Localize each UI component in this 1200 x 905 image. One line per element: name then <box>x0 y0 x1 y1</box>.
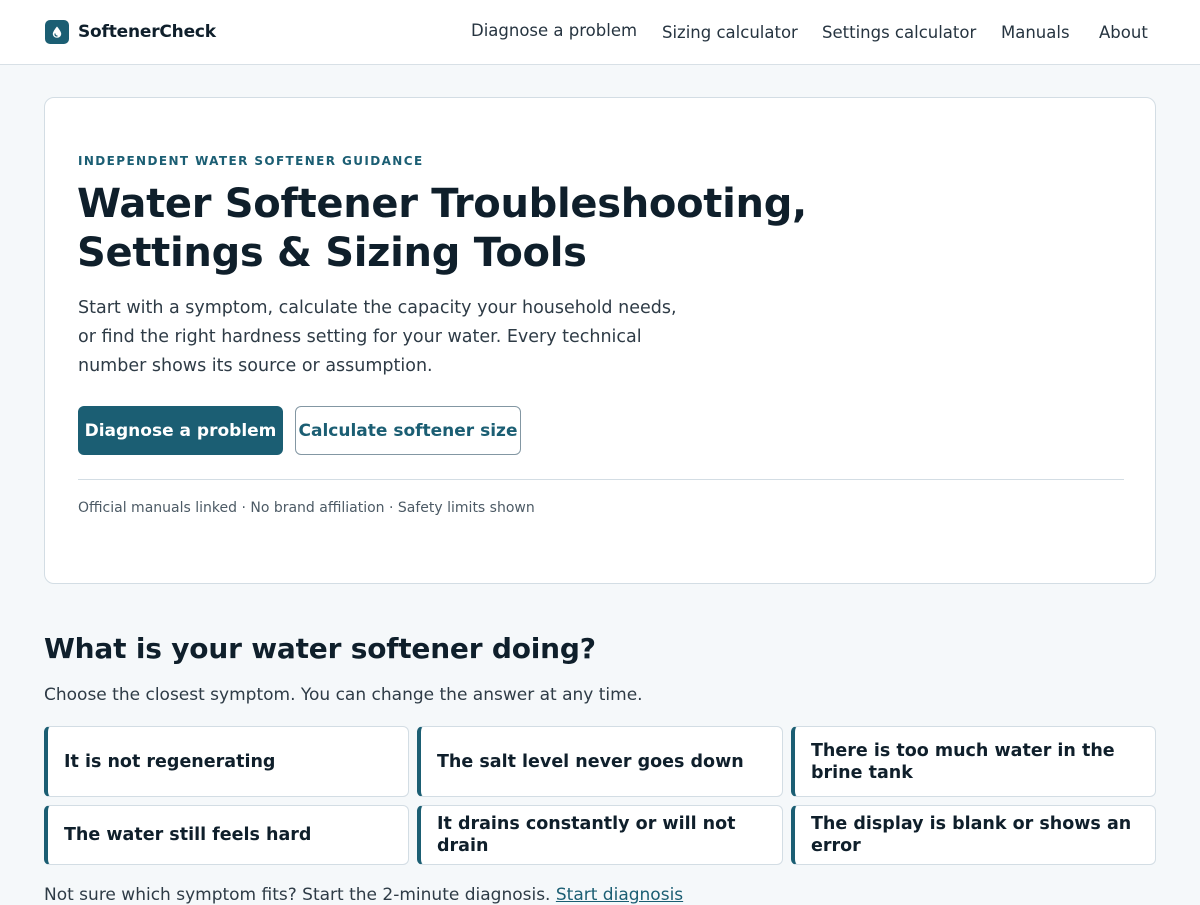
hero-title-line-1: Water Softener Troubleshooting, <box>77 181 807 227</box>
symptom-display-error[interactable]: The display is blank or shows an error <box>791 805 1156 865</box>
symptom-salt-level-unchanged[interactable]: The salt level never goes down <box>417 726 783 797</box>
symptom-drain-problem[interactable]: It drains constantly or will not drain <box>417 805 783 865</box>
diagnose-problem-button[interactable]: Diagnose a problem <box>78 406 283 455</box>
brand-logo-link[interactable]: SoftenerCheck <box>45 20 216 44</box>
symptom-not-regenerating[interactable]: It is not regenerating <box>44 726 409 797</box>
diagnosis-prompt-text: Not sure which symptom fits? Start the 2… <box>44 885 551 905</box>
top-navigation-bar: SoftenerCheck Diagnose a problem Sizing … <box>0 0 1200 65</box>
symptom-grid: It is not regenerating The salt level ne… <box>44 726 1156 865</box>
divider <box>78 479 1124 480</box>
symptoms-section-subtitle: Choose the closest symptom. You can chan… <box>44 685 643 705</box>
nav-link-about[interactable]: About <box>1099 23 1148 42</box>
calculate-size-button[interactable]: Calculate softener size <box>295 406 521 455</box>
symptom-too-much-brine-water[interactable]: There is too much water in the brine tan… <box>791 726 1156 797</box>
hero-eyebrow: INDEPENDENT WATER SOFTENER GUIDANCE <box>78 154 424 168</box>
nav-link-diagnose[interactable]: Diagnose a problem <box>471 21 637 40</box>
diagnosis-prompt: Not sure which symptom fits? Start the 2… <box>44 885 683 905</box>
nav-link-settings-calculator[interactable]: Settings calculator <box>822 23 976 42</box>
symptoms-section-title: What is your water softener doing? <box>44 632 596 665</box>
trust-line: Official manuals linked · No brand affil… <box>78 500 535 516</box>
hero-title: Water Softener Troubleshooting, Settings… <box>77 180 807 278</box>
nav-link-manuals[interactable]: Manuals <box>1001 23 1070 42</box>
hero-title-line-2: Settings & Sizing Tools <box>77 230 587 276</box>
start-diagnosis-link[interactable]: Start diagnosis <box>556 885 683 905</box>
hero-card: INDEPENDENT WATER SOFTENER GUIDANCE Wate… <box>44 97 1156 584</box>
droplet-icon <box>45 20 69 44</box>
brand-name: SoftenerCheck <box>78 22 216 42</box>
symptom-water-still-hard[interactable]: The water still feels hard <box>44 805 409 865</box>
hero-subtitle: Start with a symptom, calculate the capa… <box>78 298 677 376</box>
nav-link-sizing-calculator[interactable]: Sizing calculator <box>662 23 798 42</box>
